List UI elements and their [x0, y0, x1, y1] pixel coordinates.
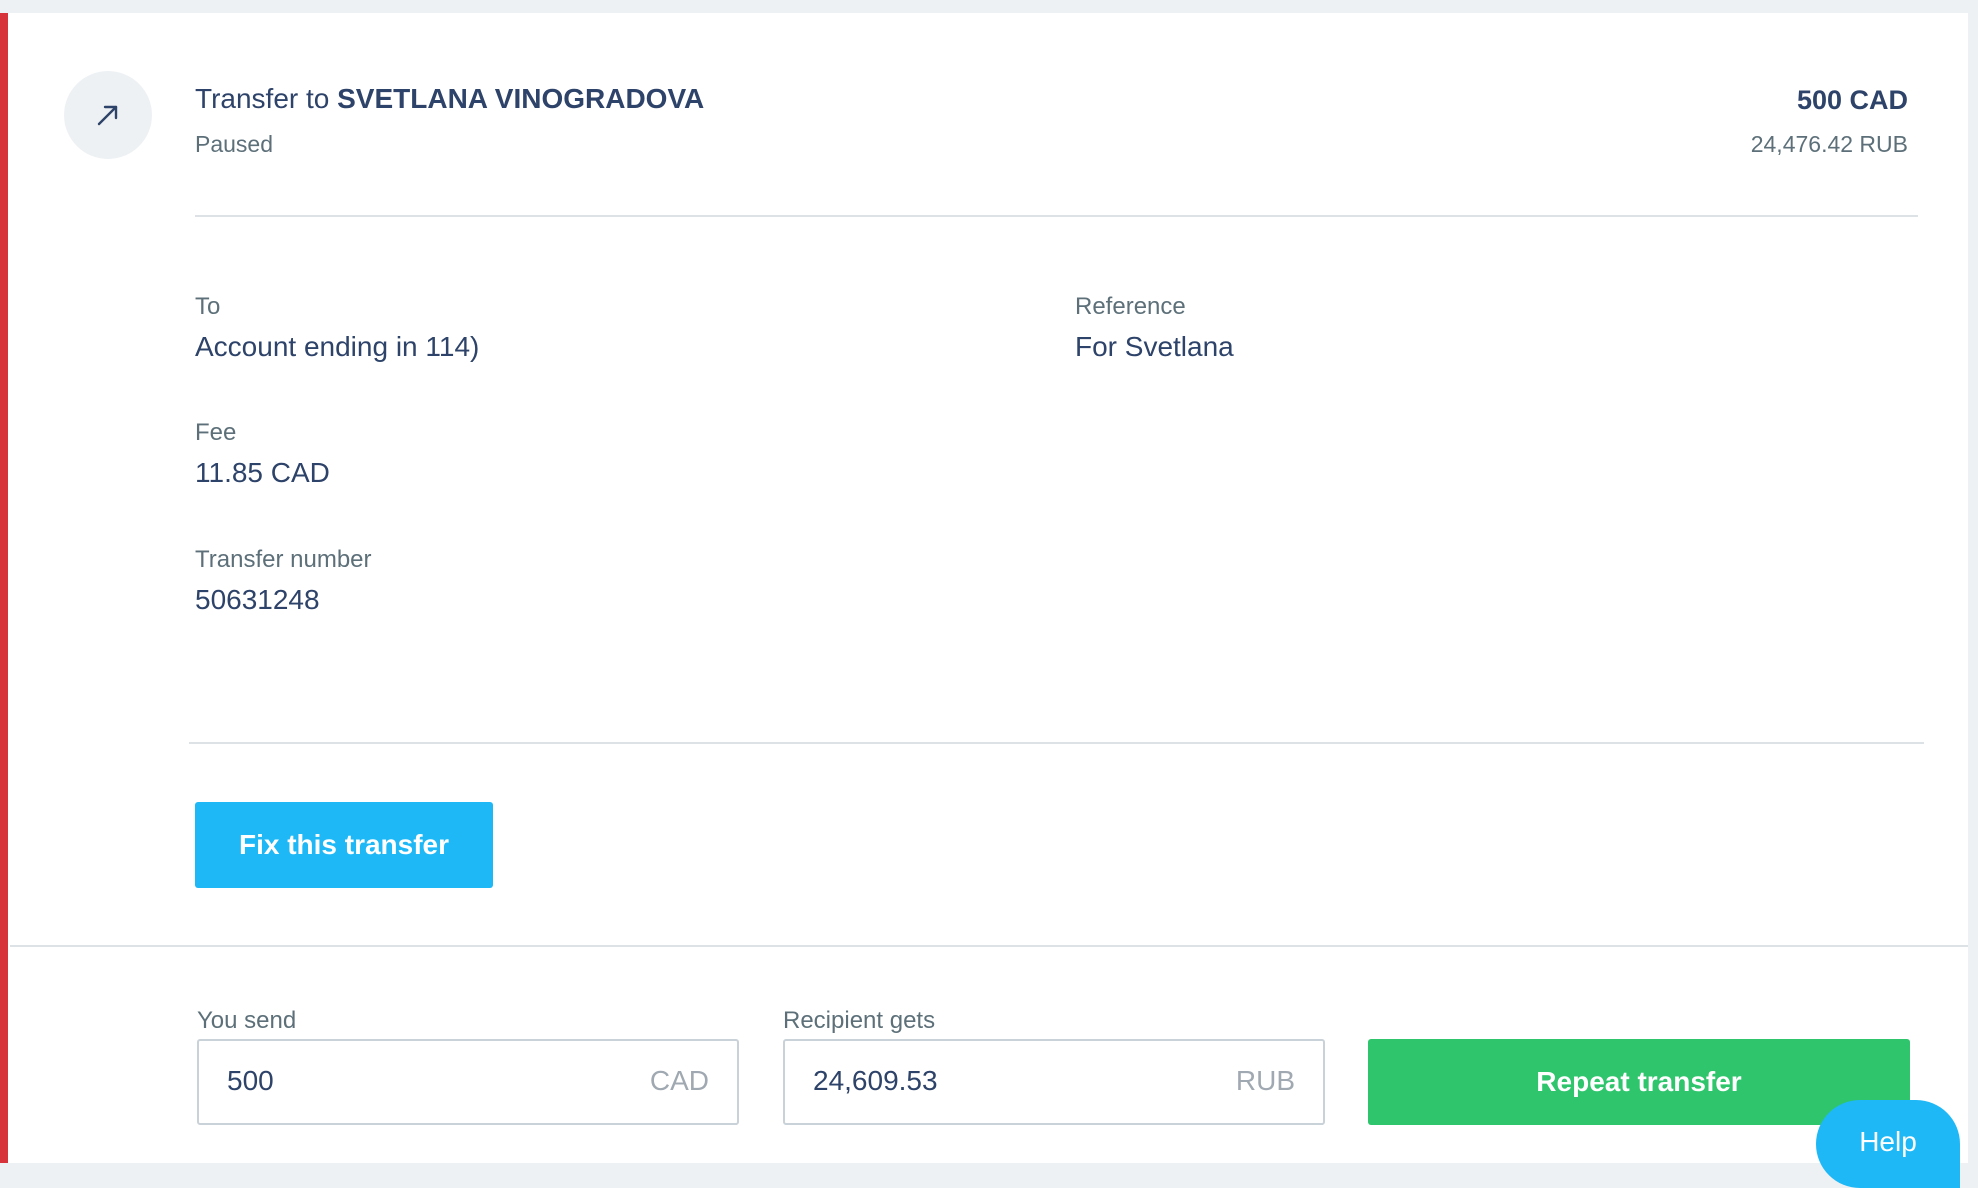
fix-transfer-button[interactable]: Fix this transfer: [195, 802, 493, 888]
arrow-up-right-icon: [97, 105, 118, 126]
transfer-card: Transfer to SVETLANA VINOGRADOVA Paused …: [0, 13, 1968, 1163]
converted-amount: 24,476.42 RUB: [1750, 131, 1908, 157]
recipient-name: SVETLANA VINOGRADOVA: [337, 83, 705, 114]
header-divider: [195, 215, 1918, 217]
recipient-gets-label: Recipient gets: [783, 1007, 936, 1034]
fee-value: 11.85 CAD: [195, 457, 330, 488]
recipient-gets-input[interactable]: 24,609.53: [813, 1065, 938, 1097]
gets-currency[interactable]: RUB: [1236, 1065, 1295, 1097]
transfer-number-label: Transfer number: [195, 546, 372, 573]
to-value: Account ending in 114): [195, 331, 480, 362]
to-label: To: [195, 293, 221, 320]
you-send-label: You send: [197, 1007, 297, 1034]
reference-label: Reference: [1075, 293, 1186, 320]
field-underline: [1215, 1123, 1323, 1125]
transfer-amount: 500 CAD: [1796, 85, 1908, 115]
repeat-transfer-panel: You send 500 CAD Recipient gets 24,609.5…: [10, 945, 1968, 1163]
transfer-title: Transfer to SVETLANA VINOGRADOVA: [195, 83, 704, 115]
transfer-direction-icon: [64, 71, 152, 159]
fee-label: Fee: [195, 419, 237, 446]
you-send-field[interactable]: 500 CAD: [197, 1039, 739, 1125]
send-currency[interactable]: CAD: [650, 1065, 709, 1097]
help-button[interactable]: Help: [1816, 1100, 1960, 1188]
transfer-number-value: 50631248: [195, 584, 320, 615]
title-prefix: Transfer to: [195, 83, 330, 114]
reference-value: For Svetlana: [1075, 331, 1234, 362]
you-send-input[interactable]: 500: [227, 1065, 274, 1097]
field-underline: [629, 1123, 737, 1125]
transfer-status: Paused: [195, 131, 274, 157]
details-divider: [189, 742, 1924, 744]
recipient-gets-field[interactable]: 24,609.53 RUB: [783, 1039, 1325, 1125]
